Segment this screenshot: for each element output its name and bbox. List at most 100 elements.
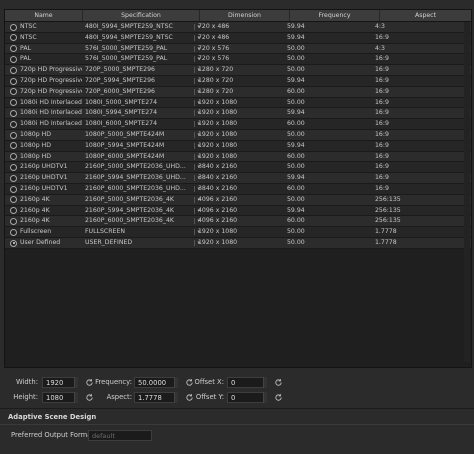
cell-aspect: 16:9 <box>375 120 389 128</box>
column-header-aspect[interactable]: Aspect <box>380 10 471 21</box>
table-row[interactable]: 2160p UHDTV1 2160P_6000_SMPTE2036_UHD... 3… <box>5 183 471 195</box>
radio-icon[interactable] <box>10 196 17 204</box>
cell-name: User Defined <box>20 238 61 246</box>
table-row[interactable]: 2160p 4K 2160P_6000_SMPTE2036_4K 4096 x 21… <box>5 216 471 228</box>
frequency-spinner[interactable] <box>174 377 178 388</box>
offset-y-input[interactable]: 0 <box>227 392 267 403</box>
cell-dimension: 3840 x 2160 <box>198 163 238 171</box>
cell-frequency: 50.00 <box>287 228 305 236</box>
height-input[interactable]: 1080 <box>42 392 78 403</box>
width-spinner[interactable] <box>74 377 78 388</box>
cell-dimension: 1920 x 1080 <box>198 152 238 160</box>
table-row[interactable]: 720p HD Progressive720P_5000_SMPTE296 128… <box>5 65 471 76</box>
table-row[interactable]: 2160p UHDTV1 2160P_5994_SMPTE2036_UHD... 3… <box>5 173 471 184</box>
radio-icon[interactable] <box>10 142 17 150</box>
table-row[interactable]: NTSC 480I_5994_SMPTE259_NTSC 720 x 486 59.9… <box>5 22 471 33</box>
aspect-spinner[interactable] <box>174 392 178 403</box>
vertical-scrollbar[interactable] <box>464 22 470 362</box>
divider <box>0 408 474 409</box>
cell-aspect: 16:9 <box>375 87 389 95</box>
radio-icon[interactable] <box>10 99 17 107</box>
cell-specification: USER_DEFINED <box>85 238 133 246</box>
radio-icon[interactable] <box>10 55 17 63</box>
frequency-label: Frequency: <box>95 378 132 386</box>
radio-icon[interactable] <box>10 109 17 117</box>
cell-aspect: 4:3 <box>375 44 385 52</box>
frequency-input[interactable]: 50.0000 <box>134 377 178 388</box>
aspect-input[interactable]: 1.7778 <box>134 392 178 403</box>
table-row[interactable]: PAL 576I_5000_SMPTE259_PAL 720 x 576 50.00 1… <box>5 54 471 66</box>
section-divider <box>0 424 474 425</box>
cell-frequency: 50.00 <box>287 163 305 171</box>
offset-x-spinner[interactable] <box>263 377 267 388</box>
cell-dimension: 1920 x 1080 <box>198 141 238 149</box>
reset-icon[interactable] <box>274 393 283 402</box>
radio-icon[interactable] <box>10 34 17 42</box>
reset-icon[interactable] <box>274 378 283 387</box>
radio-icon[interactable] <box>10 217 17 225</box>
radio-icon[interactable] <box>10 207 17 215</box>
cell-specification: 480I_5994_SMPTE259_NTSC <box>85 33 173 41</box>
table-row[interactable]: 1080i HD Interlaced1080I_5994_SMPTE274 19… <box>5 108 471 120</box>
radio-icon[interactable] <box>10 239 17 247</box>
cell-name: 720p HD Progressive <box>20 66 82 74</box>
radio-icon[interactable] <box>10 120 17 128</box>
table-row[interactable]: NTSC 480I_5994_SMPTE259_NTSC 720 x 486 59.9… <box>5 32 471 44</box>
cell-frequency: 50.00 <box>287 238 305 246</box>
radio-icon[interactable] <box>10 174 17 182</box>
cell-specification: 576I_5000_SMPTE259_PAL <box>85 55 168 63</box>
radio-icon[interactable] <box>10 23 17 31</box>
cell-frequency: 59.94 <box>287 141 305 149</box>
cell-specification: 1080P_5994_SMPTE424M <box>85 141 165 149</box>
table-row[interactable]: Fullscreen FULLSCREEN 1920 x 1080 50.00 1.77… <box>5 227 471 238</box>
cell-frequency: 59.94 <box>287 174 305 182</box>
radio-icon[interactable] <box>10 45 17 53</box>
table-row[interactable]: 2160p 4K 2160P_5000_SMPTE2036_4K 4096 x 21… <box>5 194 471 206</box>
column-header-dimension[interactable]: Dimension <box>200 10 290 21</box>
cell-aspect: 16:9 <box>375 174 389 182</box>
cell-dimension: 720 x 576 <box>198 44 230 52</box>
reset-icon[interactable] <box>85 378 94 387</box>
table-row[interactable]: 1080p HD 1080P_5000_SMPTE424M 1920 x 1080 5… <box>5 129 471 141</box>
radio-icon[interactable] <box>10 131 17 139</box>
cell-specification: 576I_5000_SMPTE259_PAL <box>85 44 168 52</box>
table-row[interactable]: 720p HD Progressive720P_6000_SMPTE296 128… <box>5 86 471 98</box>
radio-icon[interactable] <box>10 185 17 193</box>
radio-icon[interactable] <box>10 77 17 85</box>
table-row[interactable]: User Defined USER_DEFINED 1920 x 1080 50.00… <box>5 237 471 249</box>
cell-name: 2160p 4K <box>20 217 50 225</box>
table-row[interactable]: 1080p HD 1080P_5994_SMPTE424M 1920 x 1080 5… <box>5 140 471 152</box>
table-row[interactable]: 2160p 4K 2160P_5994_SMPTE2036_4K 4096 x 21… <box>5 205 471 217</box>
cell-frequency: 60.00 <box>287 152 305 160</box>
height-spinner[interactable] <box>74 392 78 403</box>
preferred-output-format-label: Preferred Output Format <box>11 431 95 439</box>
table-row[interactable]: 720p HD Progressive720P_5994_SMPTE296 128… <box>5 75 471 87</box>
reset-icon[interactable] <box>85 393 94 402</box>
width-input[interactable]: 1920 <box>42 377 78 388</box>
cell-frequency: 50.00 <box>287 66 305 74</box>
cell-dimension: 4096 x 2160 <box>198 195 238 203</box>
table-row[interactable]: 1080p HD 1080P_6000_SMPTE424M 1920 x 1080 6… <box>5 151 471 163</box>
cell-aspect: 256:135 <box>375 195 401 203</box>
radio-icon[interactable] <box>10 88 17 96</box>
radio-icon[interactable] <box>10 153 17 161</box>
column-header-frequency[interactable]: Frequency <box>290 10 380 21</box>
offset-y-spinner[interactable] <box>263 392 267 403</box>
cell-specification: 2160P_5994_SMPTE2036_4K <box>85 206 174 214</box>
cell-name: 2160p UHDTV1 <box>20 163 68 171</box>
column-header-name[interactable]: Name <box>5 10 83 21</box>
table-row[interactable]: 1080i HD Interlaced1080I_6000_SMPTE274 19… <box>5 119 471 130</box>
radio-icon[interactable] <box>10 163 17 171</box>
table-row[interactable]: 2160p UHDTV1 2160P_5000_SMPTE2036_UHD... 3… <box>5 162 471 174</box>
cell-aspect: 16:9 <box>375 55 389 63</box>
preferred-output-format-input[interactable]: default <box>88 430 152 441</box>
cell-name: 1080p HD <box>20 141 52 149</box>
table-row[interactable]: 1080i HD Interlaced1080I_5000_SMPTE274 19… <box>5 97 471 109</box>
column-header-specification[interactable]: Specification <box>83 10 200 21</box>
radio-icon[interactable] <box>10 228 17 236</box>
table-row[interactable]: PAL 576I_5000_SMPTE259_PAL 720 x 576 50.00 4… <box>5 43 471 55</box>
cell-specification: 2160P_6000_SMPTE2036_UHD... <box>85 184 186 192</box>
cell-frequency: 60.00 <box>287 120 305 128</box>
offset-x-input[interactable]: 0 <box>227 377 267 388</box>
radio-icon[interactable] <box>10 66 17 74</box>
